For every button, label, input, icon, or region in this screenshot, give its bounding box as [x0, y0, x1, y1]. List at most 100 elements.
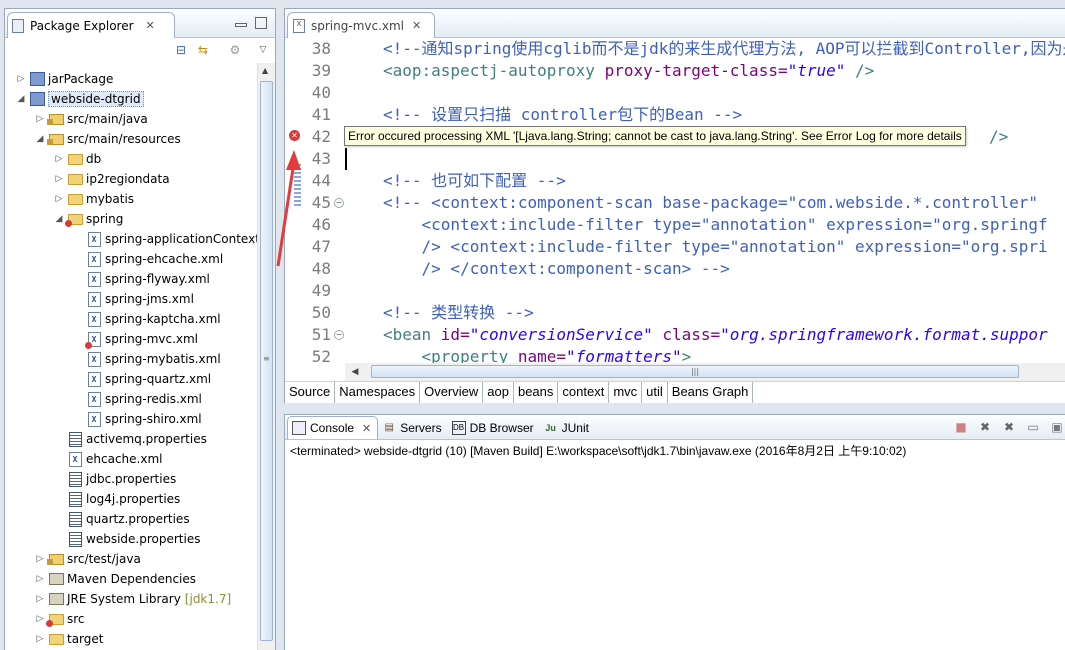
collapsed-arrow-icon[interactable]: ▷: [34, 594, 46, 604]
scrollbar-thumb[interactable]: ≡: [260, 81, 273, 641]
editor-page-tab[interactable]: aop: [483, 382, 514, 403]
collapsed-arrow-icon[interactable]: ▷: [34, 554, 46, 564]
collapsed-arrow-icon[interactable]: ▷: [53, 174, 65, 184]
editor-page-tab[interactable]: Beans Graph: [668, 382, 754, 403]
tree-item[interactable]: Xspring-jms.xml: [72, 289, 194, 309]
tree-item[interactable]: Xspring-mybatis.xml: [72, 349, 221, 369]
expanded-arrow-icon[interactable]: ◢: [53, 214, 65, 224]
remove-launch-icon[interactable]: ✖: [977, 419, 993, 435]
fold-toggle-icon[interactable]: −: [334, 198, 344, 208]
scroll-up-icon[interactable]: ▲: [262, 66, 268, 75]
tree-item[interactable]: log4j.properties: [53, 489, 180, 509]
editor-page-tab[interactable]: util: [642, 382, 668, 403]
xml-tag: <property: [383, 347, 518, 364]
xml-file-icon: X: [86, 231, 102, 247]
package-explorer-tab-label: Package Explorer: [30, 18, 134, 33]
editor-page-tab[interactable]: beans: [514, 382, 559, 403]
expanded-arrow-icon[interactable]: ◢: [15, 94, 27, 104]
tree-item-label: mybatis: [86, 192, 135, 206]
editor-tab-spring-mvc[interactable]: X spring-mvc.xml ✕: [287, 12, 435, 38]
close-icon[interactable]: ✕: [412, 19, 421, 32]
tree-item[interactable]: ▷ target: [34, 629, 104, 649]
package-explorer-scrollbar[interactable]: ▲ ≡: [257, 63, 275, 650]
properties-file-icon: [67, 511, 83, 527]
tree-item[interactable]: Xspring-redis.xml: [72, 389, 202, 409]
tree-item[interactable]: quartz.properties: [53, 509, 190, 529]
clear-console-icon[interactable]: ▭: [1025, 419, 1041, 435]
collapsed-arrow-icon[interactable]: ▷: [34, 634, 46, 644]
tree-item[interactable]: ▷ src: [34, 609, 85, 629]
collapsed-arrow-icon[interactable]: ▷: [53, 154, 65, 164]
tree-item-label: activemq.properties: [86, 432, 207, 446]
maximize-icon[interactable]: [255, 17, 267, 29]
minimize-icon[interactable]: [235, 23, 247, 27]
collapsed-arrow-icon[interactable]: ▷: [34, 114, 46, 124]
tree-item[interactable]: Xspring-kaptcha.xml: [72, 309, 221, 329]
link-with-editor-icon[interactable]: ⇆: [195, 42, 211, 58]
tree-item[interactable]: ▷ src/test/java: [34, 549, 141, 569]
editor-page-tab[interactable]: Overview: [420, 382, 484, 403]
editor-page-tab[interactable]: Source: [285, 382, 336, 403]
tree-item[interactable]: Xspring-quartz.xml: [72, 369, 211, 389]
annotation-gutter[interactable]: ✕: [285, 38, 301, 364]
tree-item[interactable]: ◢ spring: [53, 209, 123, 229]
project-icon: [29, 71, 45, 87]
tree-item-label: spring-quartz.xml: [105, 372, 212, 386]
tree-item[interactable]: Xspring-ehcache.xml: [72, 249, 223, 269]
code-line-41: <!-- 设置只扫描 controller包下的Bean -->: [383, 105, 743, 124]
view-menu-icon[interactable]: ▽: [255, 42, 271, 58]
tab-console[interactable]: Console ✕: [287, 416, 379, 439]
collapsed-arrow-icon[interactable]: ▷: [34, 574, 46, 584]
tree-item-label: spring-jms.xml: [105, 292, 194, 306]
fold-toggle-icon[interactable]: −: [334, 330, 344, 340]
editor-page-tab[interactable]: mvc: [609, 382, 643, 403]
remove-all-terminated-icon[interactable]: ✖: [1001, 419, 1017, 435]
tree-item[interactable]: ◢ src/main/resources: [34, 129, 181, 149]
collapsed-arrow-icon[interactable]: ▷: [34, 614, 46, 624]
source-folder-icon: [46, 131, 64, 147]
collapsed-arrow-icon[interactable]: ▷: [53, 194, 65, 204]
code-area[interactable]: <!--通知spring使用cglib而不是jdk的来生成代理方法, AOP可以…: [345, 38, 1065, 364]
tab-db-browser[interactable]: DB DB Browser: [448, 416, 540, 439]
close-icon[interactable]: ✕: [362, 422, 371, 435]
line-number: 42: [311, 127, 331, 146]
tree-item[interactable]: Xspring-shiro.xml: [72, 409, 202, 429]
tree-item-label: spring-mvc.xml: [105, 332, 199, 346]
tree-item[interactable]: ▷ ip2regiondata: [53, 169, 170, 189]
filters-icon[interactable]: ⚙: [227, 42, 243, 58]
expanded-arrow-icon[interactable]: ◢: [34, 134, 46, 144]
error-marker-icon[interactable]: ✕: [289, 130, 300, 141]
xml-file-icon: X: [86, 351, 102, 367]
xml-tag-end: />: [845, 61, 875, 80]
scroll-lock-icon[interactable]: ▣: [1049, 419, 1065, 435]
tree-item[interactable]: Xspring-applicationContext.xml: [72, 229, 257, 249]
tree-item-label: spring-shiro.xml: [105, 412, 202, 426]
scroll-left-icon[interactable]: ◀: [347, 364, 363, 380]
terminate-icon[interactable]: ■: [953, 419, 969, 435]
tree-item[interactable]: ▷ db: [53, 149, 102, 169]
xml-file-icon: X: [86, 311, 102, 327]
tree-item[interactable]: activemq.properties: [53, 429, 207, 449]
tree-item[interactable]: Xehcache.xml: [53, 449, 162, 469]
editor-page-tab[interactable]: Namespaces: [335, 382, 421, 403]
tree-item[interactable]: ▷ Maven Dependencies: [34, 569, 196, 589]
tab-junit[interactable]: Ju JUnit: [540, 416, 595, 439]
tree-item[interactable]: ▷ src/main/java: [34, 109, 148, 129]
tree-item[interactable]: jdbc.properties: [53, 469, 176, 489]
tree-item[interactable]: webside.properties: [53, 529, 200, 549]
collapsed-arrow-icon[interactable]: ▷: [15, 74, 27, 84]
tree-item[interactable]: ◢ webside-dtgrid: [15, 89, 144, 109]
error-folder-icon: [45, 611, 64, 627]
tree-item[interactable]: ▷ jarPackage: [15, 69, 113, 89]
close-icon[interactable]: ✕: [146, 19, 155, 32]
package-explorer-tab[interactable]: Package Explorer ✕: [7, 12, 175, 38]
tree-item[interactable]: ▷ mybatis: [53, 189, 135, 209]
tab-servers[interactable]: ▤ Servers: [378, 416, 447, 439]
scrollbar-thumb[interactable]: |||: [371, 365, 1019, 378]
editor-horizontal-scrollbar[interactable]: ◀ |||: [345, 363, 1065, 381]
tree-item[interactable]: Xspring-mvc.xml: [72, 329, 198, 349]
editor-page-tab[interactable]: context: [558, 382, 610, 403]
tree-item[interactable]: Xspring-flyway.xml: [72, 269, 210, 289]
collapse-all-icon[interactable]: ⊟: [173, 42, 189, 58]
tree-item[interactable]: ▷ JRE System Library [jdk1.7]: [34, 589, 232, 609]
